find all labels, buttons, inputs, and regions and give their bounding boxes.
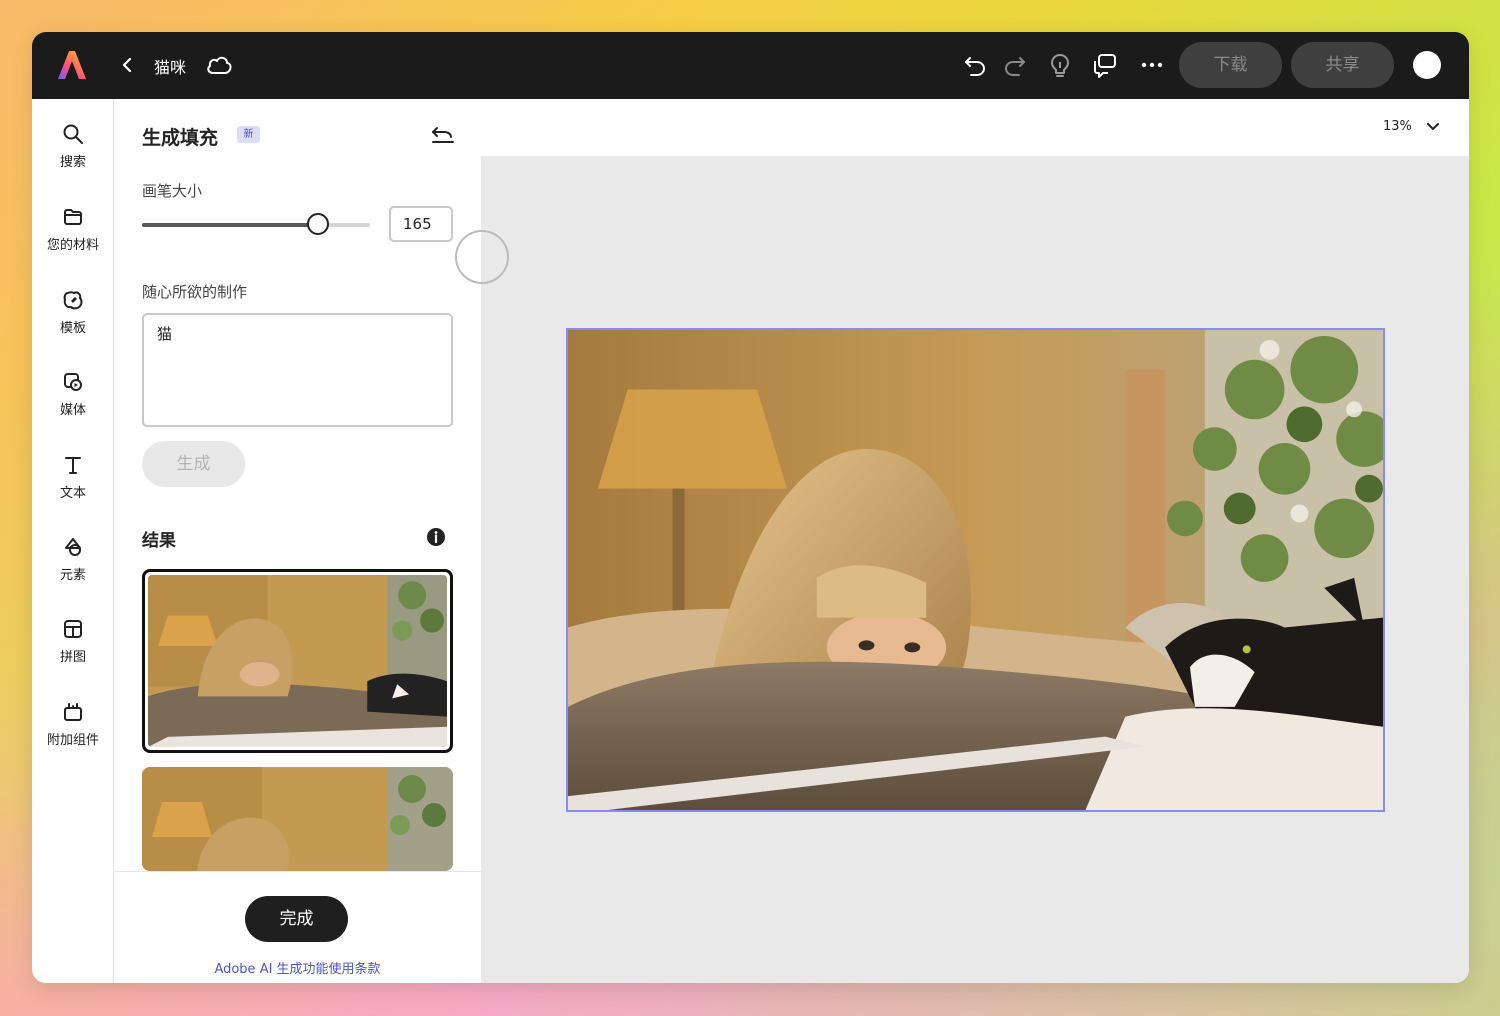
nav-item-label: 媒体 [59,403,86,418]
nav-item-your-stuff[interactable]: 您的材料 [32,206,114,253]
terms-link[interactable]: Adobe AI 生成功能使用条款 [114,958,481,977]
brush-cursor [455,230,509,284]
done-button[interactable]: 完成 [245,896,348,942]
document-title[interactable]: 猫咪 [154,54,186,78]
nav-item-label: 附加组件 [46,733,99,748]
cloud-icon[interactable] [205,52,233,78]
reset-icon[interactable] [430,122,456,146]
chevron-down-icon[interactable] [1425,119,1441,135]
nav-item-elements[interactable]: 元素 [32,536,114,583]
grid-icon [64,620,82,638]
nav-item-search[interactable]: 搜索 [32,123,114,170]
canvas-area[interactable]: 13% [455,99,1469,983]
undo-icon[interactable] [962,52,988,78]
chevron-left-icon[interactable] [118,54,136,76]
brush-size-label: 画笔大小 [142,182,203,200]
nav-item-label: 文本 [59,486,86,501]
comment-icon[interactable] [1092,52,1118,78]
add-ons-icon [64,703,82,721]
templates-icon [63,291,83,310]
folder-icon [64,209,82,225]
nav-item-label: 搜索 [59,155,86,170]
nav-item-templates[interactable]: 模板 [32,289,114,336]
result-thumbnail-2[interactable] [142,767,453,871]
nav-item-label: 拼图 [59,650,86,665]
nav-item-label: 元素 [59,568,86,583]
text-icon [65,457,81,474]
results-title: 结果 [142,531,176,551]
brush-size-input[interactable]: 165 [389,206,453,242]
left-nav: 搜索 您的材料 模板 媒体 文本 元素 拼图 附加组件 [32,99,114,983]
canvas-toolbar: 13% [481,99,1469,156]
more-icon[interactable] [1139,52,1165,78]
girl-and-cat-photo [568,330,1383,810]
generative-fill-panel: 生成填充 新 画笔大小 165 随心所欲的制作 猫 生成 结果 完成 Adobe… [114,99,481,983]
brush-size-fill [142,223,318,227]
nav-item-label: 模板 [59,321,86,336]
result-image-2 [142,767,453,871]
lightbulb-icon[interactable] [1047,52,1073,78]
download-button[interactable]: 下载 [1179,42,1282,88]
share-button[interactable]: 共享 [1291,42,1394,88]
prompt-textarea[interactable]: 猫 [142,313,453,427]
top-bar: 猫咪 下载 共享 [32,32,1469,99]
zoom-level[interactable]: 13% [1383,119,1412,134]
canvas-image[interactable] [566,328,1385,812]
elements-icon [65,538,81,556]
result-thumbnail-1[interactable] [142,569,453,753]
search-icon [63,124,83,144]
nav-item-text[interactable]: 文本 [32,454,114,501]
nav-item-label: 您的材料 [46,238,99,253]
brush-size-track[interactable] [142,223,370,227]
info-icon[interactable] [426,527,446,547]
panel-title: 生成填充 [142,127,219,149]
app-window: 猫咪 下载 共享 搜索 您的材料 模板 媒体 文本 元素 拼图 附加组件 生成填… [32,32,1469,983]
adobe-express-logo[interactable] [58,50,86,80]
panel-footer: 完成 Adobe AI 生成功能使用条款 [114,871,481,983]
result-image-1 [148,575,447,747]
media-icon [64,373,82,391]
nav-item-grid[interactable]: 拼图 [32,618,114,665]
nav-item-media[interactable]: 媒体 [32,371,114,418]
avatar[interactable] [1413,51,1441,79]
brush-size-slider-thumb[interactable] [307,213,329,235]
redo-icon[interactable] [1002,52,1028,78]
generate-button[interactable]: 生成 [142,441,245,487]
prompt-label: 随心所欲的制作 [142,283,248,301]
new-badge: 新 [237,126,260,143]
nav-item-add-ons[interactable]: 附加组件 [32,701,114,748]
